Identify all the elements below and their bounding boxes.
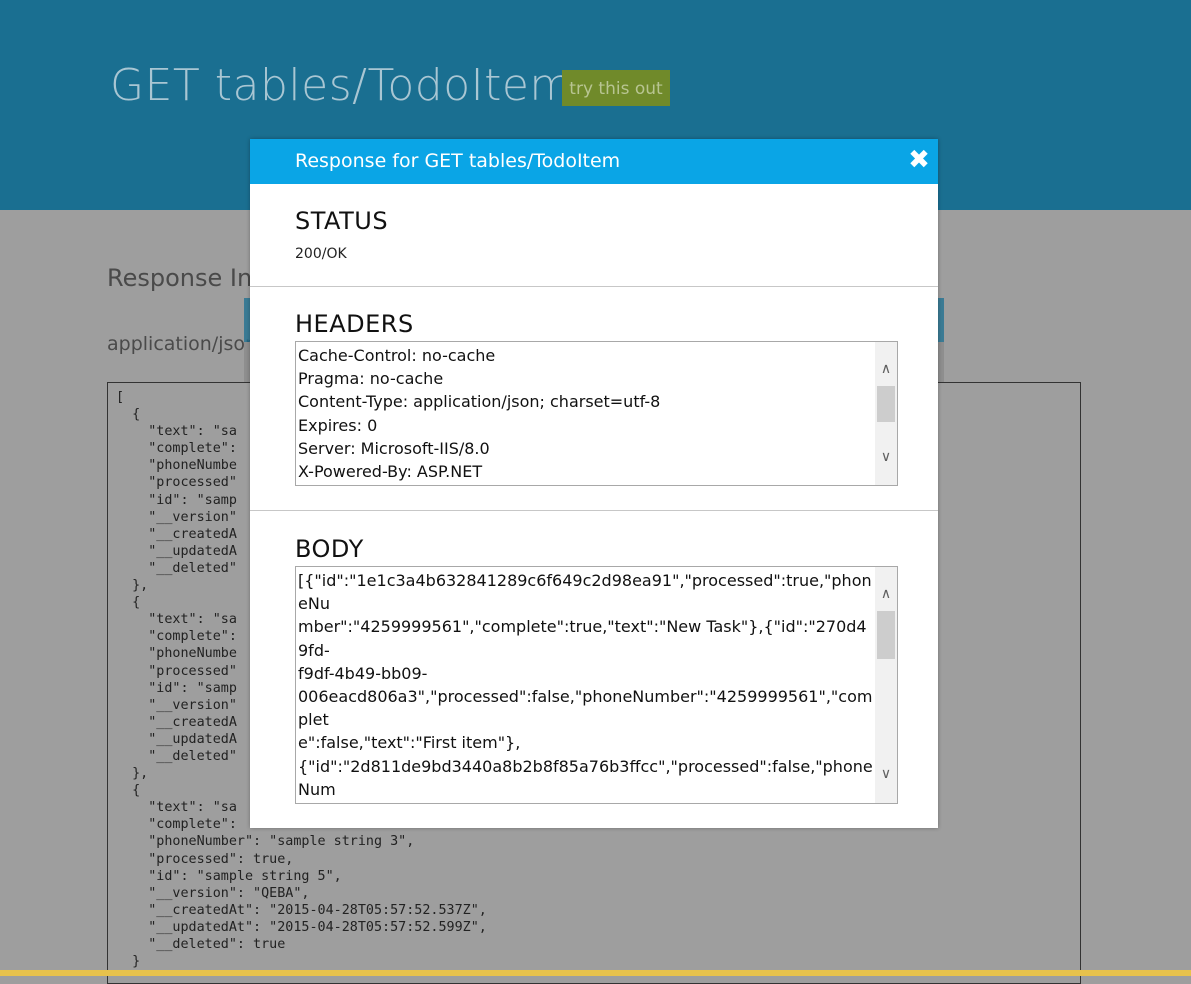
divider	[250, 286, 938, 287]
bottom-accent-bar	[0, 970, 1191, 976]
scroll-thumb[interactable]	[877, 611, 895, 659]
header-line: X-Powered-By: ASP.NET	[298, 462, 483, 482]
scroll-thumb[interactable]	[877, 386, 895, 422]
divider	[250, 510, 938, 511]
body-line: e":false,"text":"First item"},	[298, 733, 521, 753]
close-icon[interactable]: ✖	[906, 147, 932, 173]
body-line: 006eacd806a3","processed":false,"phoneNu…	[298, 687, 873, 730]
headers-heading: HEADERS	[295, 310, 414, 338]
headers-text: Cache-Control: no-cache Pragma: no-cache C…	[298, 344, 873, 483]
chevron-up-icon[interactable]: ∧	[875, 587, 897, 601]
body-scrollbar[interactable]: ∧ ∨	[875, 567, 897, 803]
body-textbox[interactable]: [{"id":"1e1c3a4b632841289c6f649c2d98ea91…	[295, 566, 898, 804]
body-text: [{"id":"1e1c3a4b632841289c6f649c2d98ea91…	[298, 569, 873, 803]
header-line: Expires: 0	[298, 415, 378, 435]
body-line: f9df-4b49-bb09-	[298, 663, 428, 683]
response-dialog: Response for GET tables/TodoItem ✖ STATU…	[250, 139, 938, 828]
response-info-heading: Response Inf	[107, 264, 261, 292]
body-line: [{"id":"1e1c3a4b632841289c6f649c2d98ea91…	[298, 571, 872, 614]
mime-type-label: application/jsor	[107, 333, 253, 355]
header-line: Pragma: no-cache	[298, 369, 444, 389]
header-line: Cache-Control: no-cache	[298, 346, 496, 365]
headers-textbox[interactable]: Cache-Control: no-cache Pragma: no-cache C…	[295, 341, 898, 486]
body-line: mber":"4259999561","complete":true,"text…	[298, 617, 867, 660]
body-line: ber":"4259999561","complete":false,"text…	[298, 801, 873, 803]
chevron-down-icon[interactable]: ∨	[875, 450, 897, 464]
status-value: 200/OK	[295, 246, 347, 262]
header-line: Server: Microsoft-IIS/8.0	[298, 438, 490, 458]
body-line: {"id":"2d811de9bd3440a8b2b8f85a76b3ffcc"…	[298, 756, 873, 799]
try-this-out-button[interactable]: try this out	[562, 70, 670, 106]
dialog-header: Response for GET tables/TodoItem ✖	[250, 139, 938, 184]
chevron-down-icon[interactable]: ∨	[875, 767, 897, 781]
body-heading: BODY	[295, 535, 364, 563]
headers-scrollbar[interactable]: ∧ ∨	[875, 342, 897, 485]
status-heading: STATUS	[295, 207, 389, 235]
dialog-title: Response for GET tables/TodoItem	[295, 150, 621, 172]
page-title: GET tables/TodoItem	[110, 60, 573, 111]
header-line: Content-Type: application/json; charset=…	[298, 392, 661, 412]
chevron-up-icon[interactable]: ∧	[875, 362, 897, 376]
